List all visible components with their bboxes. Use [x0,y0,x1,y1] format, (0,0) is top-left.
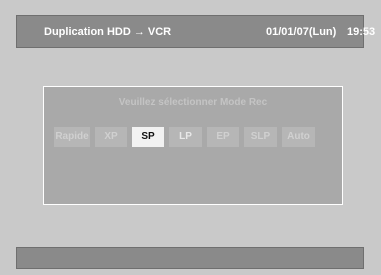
mode-option-slp[interactable]: SLP [244,127,277,147]
rec-mode-dialog: Veuillez sélectionner Mode Rec Rapide XP… [43,86,343,205]
mode-option-sp[interactable]: SP [132,127,164,147]
mode-option-rapide[interactable]: Rapide [54,127,90,147]
mode-option-auto[interactable]: Auto [282,127,315,147]
mode-option-ep[interactable]: EP [207,127,239,147]
mode-option-lp[interactable]: LP [169,127,202,147]
date-display: 01/01/07(Lun) [266,26,337,38]
dialog-prompt: Veuillez sélectionner Mode Rec [118,97,268,108]
screen-title: Duplication HDD → VCR [44,26,172,38]
mode-option-xp[interactable]: XP [95,127,127,147]
title-bar: Duplication HDD → VCR 01/01/07(Lun) 19:5… [16,15,375,48]
status-bar [16,247,364,269]
osd-screen: Duplication HDD → VCR 01/01/07(Lun) 19:5… [0,0,381,275]
clock-display: 19:53 [347,26,376,38]
rec-mode-options: Rapide XP SP LP EP SLP Auto [54,127,315,147]
